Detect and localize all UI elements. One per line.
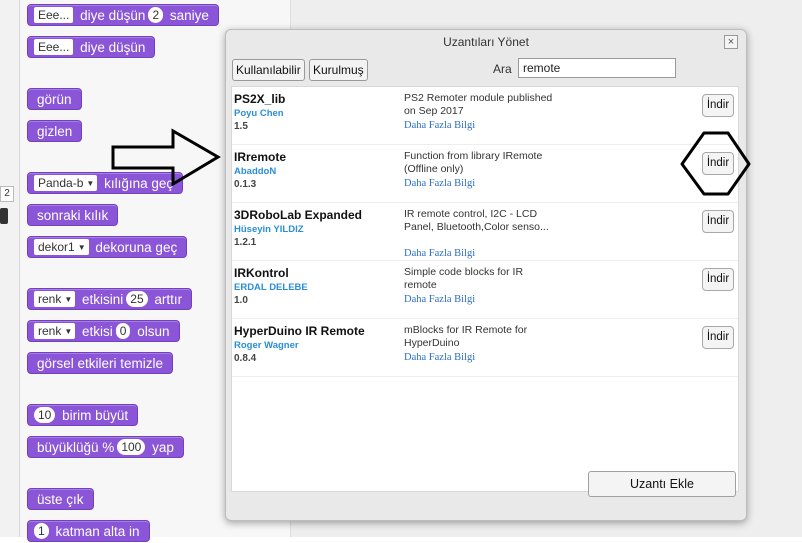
more-info-link[interactable]: Daha Fazla Bilgi (404, 248, 475, 259)
download-button[interactable]: İndir (702, 210, 734, 233)
block-label: diye düşün (80, 40, 146, 55)
extension-row: PS2X_lib Poyu Chen 1.5 PS2 Remoter modul… (232, 87, 738, 145)
block-dropdown[interactable]: Panda-b ▼ (34, 175, 98, 191)
dropdown-value: renk (38, 292, 62, 306)
block-label: etkisini (82, 292, 124, 307)
caret-down-icon: ▼ (64, 295, 73, 304)
block-switch-costume[interactable]: Panda-b ▼ kılığına geç (27, 172, 184, 194)
extension-row: HyperDuino IR Remote Roger Wagner 0.8.4 … (232, 319, 738, 377)
extension-version: 0.1.3 (234, 179, 257, 190)
block-label: yap (152, 440, 174, 455)
block-label: büyüklüğü % (37, 440, 115, 455)
block-set-effect[interactable]: renk ▼ etkisi 0 olsun (27, 320, 180, 342)
edge-number-field[interactable]: 2 (0, 186, 14, 202)
block-label: sonraki kılık (37, 208, 109, 223)
block-label: gizlen (37, 124, 73, 139)
text-input[interactable]: Eee... (34, 39, 74, 55)
block-label: saniye (169, 8, 209, 23)
block-label: diye düşün (80, 8, 146, 23)
download-button[interactable]: İndir (702, 268, 734, 291)
number-input[interactable]: 2 (148, 7, 164, 23)
block-label: olsun (137, 324, 170, 339)
extension-name: PS2X_lib (234, 92, 286, 106)
block-dropdown[interactable]: dekor1 ▼ (34, 239, 89, 255)
extension-version: 0.8.4 (234, 353, 257, 364)
download-button[interactable]: İndir (702, 94, 734, 117)
block-label: dekoruna geç (95, 240, 178, 255)
block-clear-effects[interactable]: görsel etkileri temizle (27, 352, 174, 374)
block-switch-backdrop[interactable]: dekor1 ▼ dekoruna geç (27, 236, 188, 258)
block-think-for-secs[interactable]: Eee... diye düşün 2 saniye (27, 4, 219, 26)
block-go-back-layers[interactable]: 1 katman alta in (27, 520, 150, 542)
extension-row: IRKontrol ERDAL DELEBE 1.0 Simple code b… (232, 261, 738, 319)
extension-name: IRremote (234, 150, 287, 164)
block-show[interactable]: görün (27, 88, 82, 110)
block-change-effect[interactable]: renk ▼ etkisini 25 arttır (27, 288, 193, 310)
extension-version: 1.0 (234, 295, 248, 306)
download-button[interactable]: İndir (702, 326, 734, 349)
block-change-size[interactable]: 10 birim büyüt (27, 404, 139, 426)
extension-name: IRKontrol (234, 266, 289, 280)
text-input[interactable]: Eee... (34, 7, 74, 23)
extension-author: AbaddoN (234, 166, 277, 177)
more-info-link[interactable]: Daha Fazla Bilgi (404, 352, 475, 363)
block-label: etkisi (82, 324, 113, 339)
block-label: görün (37, 92, 72, 107)
download-button[interactable]: İndir (702, 152, 734, 175)
extension-list: PS2X_lib Poyu Chen 1.5 PS2 Remoter modul… (231, 86, 739, 492)
dropdown-value: dekor1 (38, 240, 75, 254)
dialog-title: Uzantıları Yönet (443, 35, 529, 49)
extension-version: 1.5 (234, 121, 248, 132)
left-panel-edge: 2 (0, 0, 20, 537)
more-info-link[interactable]: Daha Fazla Bilgi (404, 294, 475, 305)
manage-extensions-dialog: Uzantıları Yönet × Kullanılabilir Kurulm… (225, 29, 747, 521)
block-next-costume[interactable]: sonraki kılık (27, 204, 119, 226)
caret-down-icon: ▼ (64, 327, 73, 336)
dropdown-value: Panda-b (38, 176, 84, 190)
extension-author: Poyu Chen (234, 108, 284, 119)
caret-down-icon: ▼ (77, 243, 86, 252)
extension-description: IR remote control, I2C - LCD Panel, Blue… (404, 208, 549, 233)
extension-name: 3DRoboLab Expanded (234, 208, 363, 222)
extension-author: Roger Wagner (234, 340, 299, 351)
extension-row: IRremote AbaddoN 0.1.3 Function from lib… (232, 145, 738, 203)
block-dropdown[interactable]: renk ▼ (34, 291, 76, 307)
block-label: arttır (154, 292, 183, 307)
number-input[interactable]: 25 (126, 291, 148, 307)
edge-icon (0, 208, 8, 224)
dropdown-value: renk (38, 324, 62, 338)
block-dropdown[interactable]: renk ▼ (34, 323, 76, 339)
tab-available[interactable]: Kullanılabilir (232, 59, 305, 81)
block-label: üste çık (37, 492, 84, 507)
extension-version: 1.2.1 (234, 237, 257, 248)
tab-installed[interactable]: Kurulmuş (309, 59, 368, 81)
number-input[interactable]: 10 (34, 407, 56, 423)
block-go-to-front[interactable]: üste çık (27, 488, 94, 510)
search-input[interactable] (518, 58, 676, 78)
extension-row: 3DRoboLab Expanded Hüseyin YILDIZ 1.2.1 … (232, 203, 738, 261)
close-button[interactable]: × (724, 35, 738, 49)
number-input[interactable]: 100 (117, 439, 146, 455)
more-info-link[interactable]: Daha Fazla Bilgi (404, 178, 475, 189)
extension-author: Hüseyin YILDIZ (234, 224, 304, 235)
block-set-size[interactable]: büyüklüğü % 100 yap (27, 436, 184, 458)
extension-author: ERDAL DELEBE (234, 282, 308, 293)
block-label: görsel etkileri temizle (37, 356, 164, 371)
more-info-link[interactable]: Daha Fazla Bilgi (404, 120, 475, 131)
block-label: birim büyüt (62, 408, 129, 423)
number-input[interactable]: 0 (115, 323, 131, 339)
block-hide[interactable]: gizlen (27, 120, 83, 142)
search-label: Ara (493, 62, 512, 76)
block-think[interactable]: Eee... diye düşün (27, 36, 156, 58)
extension-name: HyperDuino IR Remote (234, 324, 365, 338)
caret-down-icon: ▼ (86, 179, 95, 188)
block-label: kılığına geç (104, 176, 174, 191)
add-extension-button[interactable]: Uzantı Ekle (588, 471, 736, 497)
